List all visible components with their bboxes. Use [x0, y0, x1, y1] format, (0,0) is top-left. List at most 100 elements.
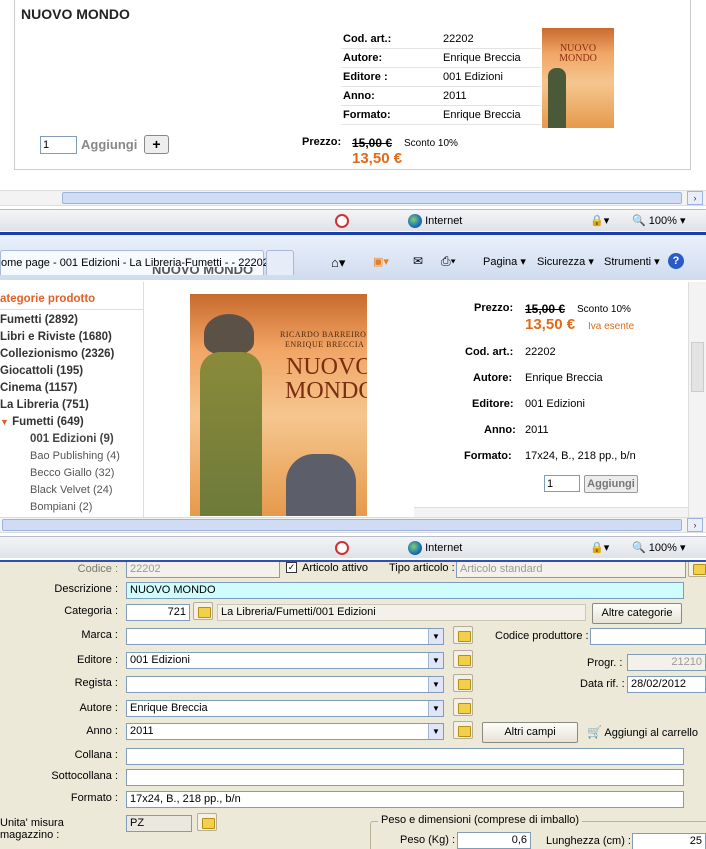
zoom-icon: 🔍 [632, 542, 646, 554]
horizontal-scrollbar[interactable]: › [0, 190, 706, 206]
tools-menu[interactable]: Strumenti ▾ [604, 255, 660, 268]
formato-field[interactable]: 17x24, B., 218 pp., b/n [126, 791, 684, 808]
spec-label: Formato: [343, 109, 391, 121]
horizontal-scrollbar[interactable]: › [0, 517, 706, 533]
status-bar: Internet 🔒▾ 🔍 100% ▾ [0, 209, 706, 231]
folder-icon[interactable] [197, 813, 217, 831]
progr-label: Progr. : [587, 657, 623, 669]
folder-icon[interactable] [193, 602, 213, 620]
categoria-id-field[interactable]: 721 [126, 604, 190, 621]
add-button[interactable]: + [144, 135, 169, 154]
editore-select[interactable]: 001 Edizioni ▼ [126, 652, 444, 669]
scrollbar-thumb[interactable] [62, 192, 682, 204]
quantity-input[interactable] [40, 136, 77, 154]
codice-field[interactable]: 22202 [126, 562, 280, 578]
spec-label: Autore: [343, 52, 383, 64]
spec-row: Autore: Enrique Breccia [341, 49, 541, 68]
page-menu-label: Pagina [483, 256, 518, 268]
product-page-top: NUOVO MONDO Cod. art.: 22202 Autore: Enr… [0, 0, 706, 232]
zoom-control[interactable]: 🔍 100% ▾ [632, 214, 685, 227]
sottocollana-field[interactable] [126, 769, 684, 786]
autore-label: Autore : [79, 702, 118, 714]
add-to-cart-button[interactable]: 🛒 Aggiungi al carrello [587, 722, 706, 743]
quantity-input[interactable] [544, 475, 580, 492]
codice-produttore-field[interactable] [590, 628, 706, 645]
attivo-checkbox[interactable]: ✓ [286, 562, 297, 573]
spec-label: Autore: [473, 372, 513, 384]
tipo-field[interactable]: Articolo standard [456, 562, 686, 578]
sottocollana-label: Sottocollana : [51, 770, 118, 782]
product-details: Prezzo: 15,00 € Sconto 10% 13,50 € Iva e… [0, 294, 706, 494]
chevron-down-icon: ▼ [428, 701, 443, 716]
regista-label: Regista : [74, 677, 118, 689]
spec-row: Editore : 001 Edizioni [341, 68, 541, 87]
unita-field[interactable]: PZ [126, 815, 192, 832]
regista-select[interactable]: ▼ [126, 676, 444, 693]
folder-icon[interactable] [453, 674, 473, 692]
scrollbar-thumb[interactable] [2, 519, 682, 531]
blocked-icon[interactable] [335, 541, 349, 555]
vertical-scrollbar-thumb[interactable] [691, 342, 704, 392]
security-menu-label: Sicurezza [537, 256, 586, 268]
scroll-right-icon[interactable]: › [687, 518, 703, 532]
browser-window: ome page - 001 Edizioni - La Libreria-Fu… [0, 232, 706, 560]
autore-value: Enrique Breccia [130, 702, 208, 714]
spec-label: Editore : [343, 71, 388, 83]
new-price: 13,50 € [525, 316, 576, 333]
security-icon[interactable]: 🔒▾ [590, 214, 609, 227]
anno-value: 2011 [130, 725, 154, 737]
collana-field[interactable] [126, 748, 684, 765]
spec-value: 17x24, B., 218 pp., b/n [525, 450, 636, 462]
discount-label: Sconto 10% [577, 304, 631, 315]
folder-icon[interactable] [453, 650, 473, 668]
lunghezza-field[interactable]: 25 [632, 833, 706, 849]
globe-icon [408, 541, 422, 555]
altri-campi-button[interactable]: Altri campi [482, 722, 578, 743]
new-tab-button[interactable] [266, 250, 294, 275]
spec-value: 001 Edizioni [443, 71, 503, 83]
price-label: Prezzo: [302, 136, 342, 148]
folder-icon[interactable] [453, 721, 473, 739]
subcategory-item[interactable]: Bompiani (2) [30, 501, 92, 513]
descrizione-field[interactable]: NUOVO MONDO [126, 582, 684, 599]
old-price: 15,00 € [352, 136, 393, 150]
add-to-cart-label: Aggiungi al carrello [604, 727, 698, 739]
spec-label: Cod. art.: [465, 346, 514, 358]
cover-thumbnail[interactable]: NUOVO MONDO [542, 28, 614, 128]
product-box: NUOVO MONDO Cod. art.: 22202 Autore: Enr… [14, 0, 691, 170]
home-icon[interactable]: ⌂▾ [331, 255, 345, 271]
spec-label: Anno: [484, 424, 516, 436]
data-rif-field[interactable]: 28/02/2012 [627, 676, 706, 693]
lunghezza-label: Lunghezza (cm) : [546, 835, 631, 847]
folder-icon[interactable] [453, 626, 473, 644]
help-icon[interactable]: ? [668, 253, 684, 269]
feed-icon[interactable]: ▣▾ [373, 255, 389, 268]
cover-thumbnail-title: NUOVO MONDO [559, 43, 597, 64]
security-icon[interactable]: 🔒▾ [590, 541, 609, 554]
add-label[interactable]: Aggiungi [81, 137, 137, 152]
anno-select[interactable]: 2011 ▼ [126, 723, 444, 740]
editore-label: Editore : [77, 654, 118, 666]
altre-categorie-button[interactable]: Altre categorie [592, 603, 682, 624]
print-icon[interactable]: ⎙▾ [441, 254, 456, 269]
scroll-right-icon[interactable]: › [687, 191, 703, 205]
blocked-icon[interactable] [335, 214, 349, 228]
article-form: Codice : 22202 ✓ Articolo attivo Tipo ar… [0, 560, 706, 849]
marca-select[interactable]: ▼ [126, 628, 444, 645]
autore-select[interactable]: Enrique Breccia ▼ [126, 700, 444, 717]
mail-icon[interactable]: ✉ [413, 254, 423, 268]
collana-label: Collana : [74, 749, 118, 761]
zoom-control[interactable]: 🔍 100% ▾ [632, 541, 685, 554]
folder-icon[interactable] [688, 562, 706, 577]
page-menu[interactable]: Pagina ▾ [483, 255, 526, 268]
editore-value: 001 Edizioni [130, 654, 190, 666]
spec-row: Formato: Enrique Breccia [341, 106, 541, 125]
chevron-down-icon: ▼ [428, 677, 443, 692]
add-to-cart-button[interactable]: Aggiungi [584, 475, 638, 493]
vertical-scrollbar[interactable] [688, 282, 706, 517]
peso-field[interactable]: 0,6 [457, 832, 531, 849]
folder-icon[interactable] [453, 698, 473, 716]
inner-scroll-track [414, 507, 706, 517]
attivo-label: Articolo attivo [302, 562, 369, 574]
security-menu[interactable]: Sicurezza ▾ [537, 255, 594, 268]
